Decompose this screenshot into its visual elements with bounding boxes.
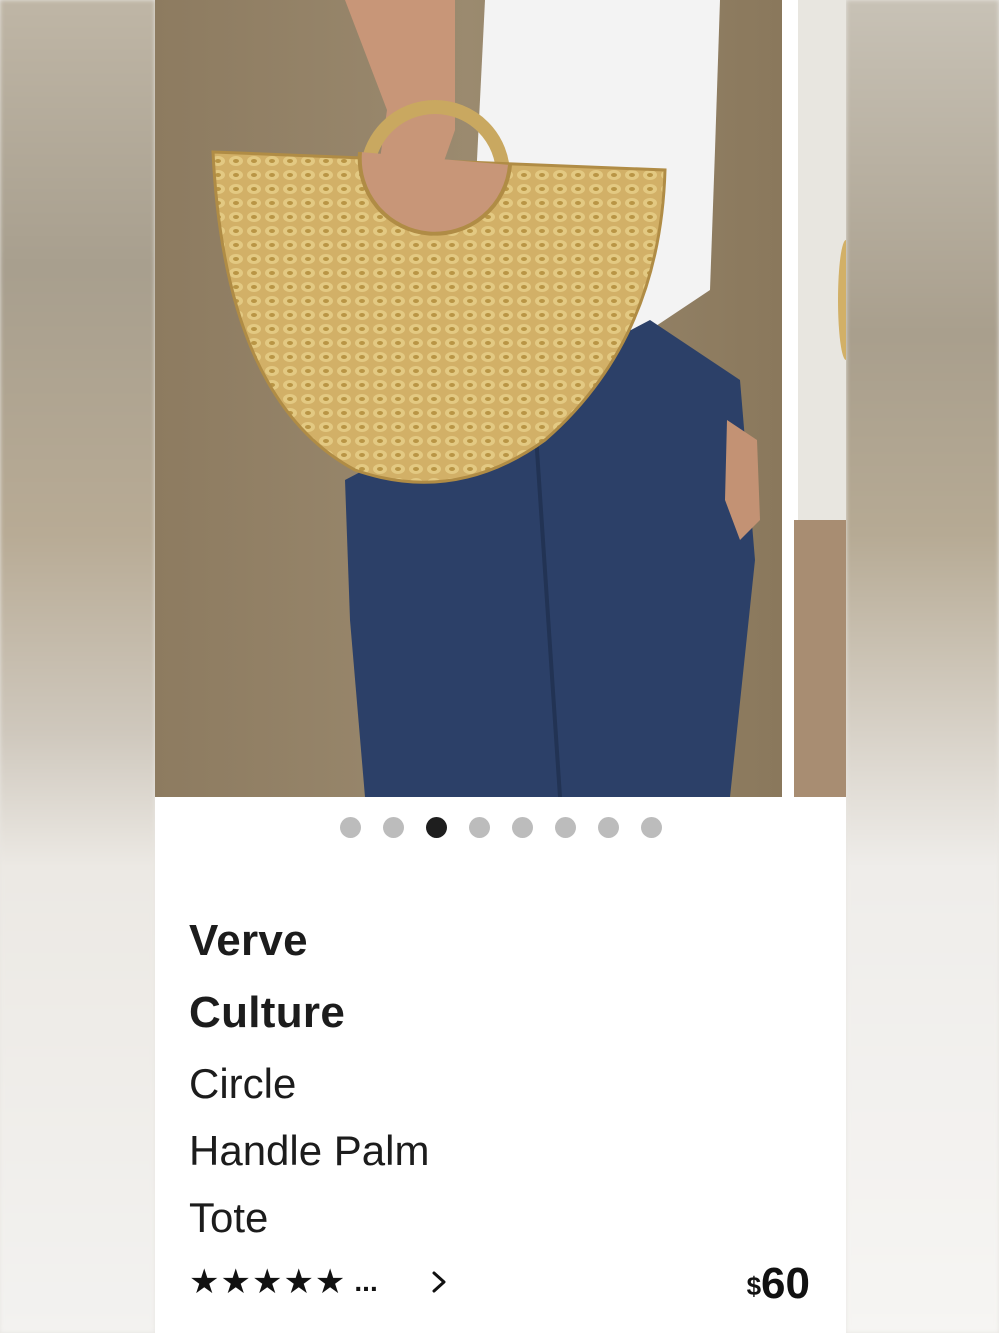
next-product-photo-peek[interactable] [794,0,846,797]
carousel-dot[interactable] [640,817,662,838]
carousel-dot[interactable] [382,817,404,838]
carousel-dot[interactable] [511,817,533,838]
product-card[interactable]: Verve Culture Circle Handle Palm Tote ★★… [155,0,846,1333]
blurred-backdrop-right [846,0,999,1333]
star-icon: ★★★★★ [189,1263,347,1301]
carousel-dot[interactable] [468,817,490,838]
image-carousel[interactable] [155,0,846,797]
blurred-backdrop-left [0,0,155,1333]
product-price: $60 [747,1258,810,1320]
carousel-dot-active[interactable] [425,817,447,838]
product-brand[interactable]: Verve Culture [189,905,489,1049]
product-photo[interactable] [155,0,782,797]
tote-photo-illustration [155,0,782,797]
chevron-right-icon[interactable] [425,1262,455,1302]
name-line: Circle [189,1060,297,1107]
carousel-pagination [155,817,846,838]
name-line: Handle Palm [189,1127,430,1174]
product-card-screen: Verve Culture Circle Handle Palm Tote ★★… [0,0,999,1333]
price-currency: $ [746,1271,762,1301]
product-name[interactable]: Circle Handle Palm Tote [189,1050,509,1251]
name-line: Tote [189,1194,269,1241]
next-photo-illustration [794,0,846,797]
carousel-dot[interactable] [339,817,361,838]
brand-line: Verve [189,916,308,965]
price-amount: 60 [761,1259,810,1308]
rating[interactable]: ★★★★★ ... [189,1262,378,1302]
carousel-dot[interactable] [554,817,576,838]
rating-truncation: ... [354,1266,378,1297]
brand-line: Culture [189,988,346,1037]
carousel-dot[interactable] [597,817,619,838]
